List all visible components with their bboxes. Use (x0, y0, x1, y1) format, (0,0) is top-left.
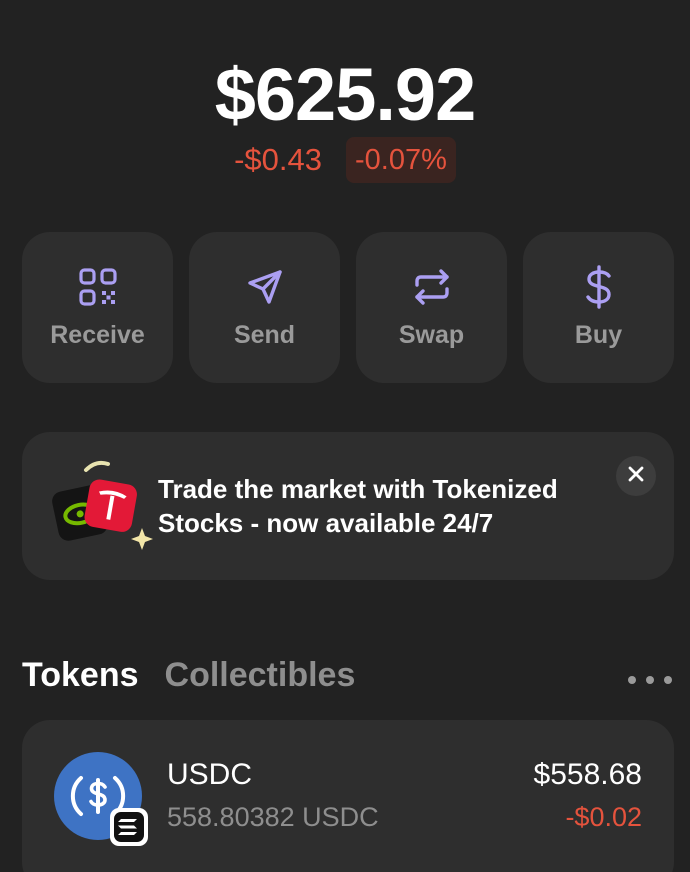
tokenized-stocks-icon (50, 458, 160, 558)
banner-text: Trade the market with Tokenized Stocks -… (158, 474, 558, 538)
token-amount: 558.80382 USDC (167, 802, 379, 832)
usdc-icon (54, 752, 148, 846)
wallet-home: $625.92 -$0.43 -0.07% Receive Send Swap … (0, 0, 690, 872)
change-amount: -$0.43 (234, 142, 322, 177)
swap-label: Swap (398, 321, 465, 349)
banner-close-button[interactable] (616, 456, 656, 496)
close-icon (627, 465, 645, 488)
dollar-icon (577, 265, 621, 309)
tokenized-stocks-banner[interactable]: Trade the market with Tokenized Stocks -… (22, 432, 674, 580)
swap-icon (410, 265, 454, 309)
more-horizontal-icon (628, 676, 636, 684)
buy-button[interactable]: Buy (523, 232, 674, 383)
send-button[interactable]: Send (189, 232, 340, 383)
receive-label: Receive (50, 321, 145, 349)
token-name: USDC (167, 758, 253, 791)
buy-label: Buy (574, 321, 623, 349)
portfolio-change: -$0.43 -0.07% (0, 137, 690, 183)
token-change: -$0.02 (565, 802, 642, 832)
send-label: Send (233, 321, 296, 349)
more-options-button[interactable] (628, 670, 672, 690)
token-value: $558.68 (533, 758, 642, 791)
qr-code-icon (76, 265, 120, 309)
receive-button[interactable]: Receive (22, 232, 173, 383)
action-buttons: Receive Send Swap Buy (22, 232, 674, 383)
token-row-usdc[interactable]: USDC 558.80382 USDC $558.68 -$0.02 (22, 720, 674, 872)
change-percent-badge: -0.07% (346, 137, 456, 183)
send-icon (243, 265, 287, 309)
tab-collectibles[interactable]: Collectibles (165, 656, 356, 695)
portfolio-balance: $625.92 (214, 53, 477, 136)
asset-tabs: Tokens Collectibles (22, 656, 355, 695)
tab-tokens[interactable]: Tokens (22, 656, 139, 695)
swap-button[interactable]: Swap (356, 232, 507, 383)
